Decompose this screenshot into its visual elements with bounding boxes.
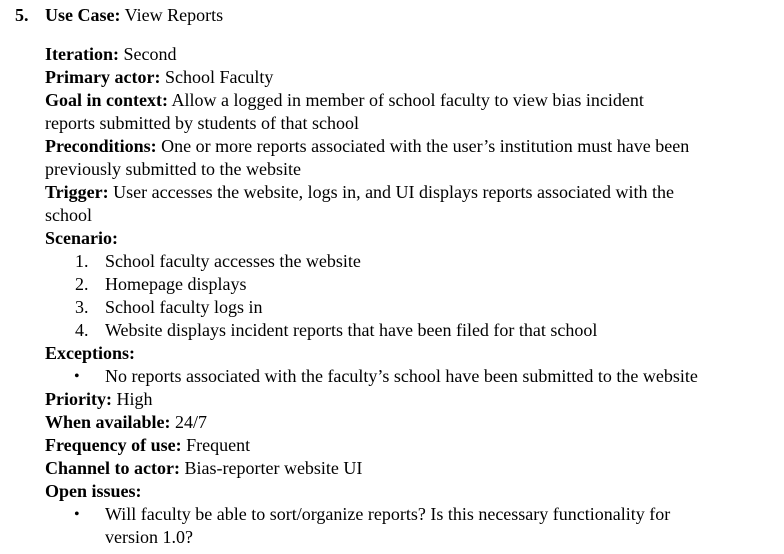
list-item-text: No reports associated with the faculty’s… — [105, 366, 698, 386]
open-issues-label: Open issues: — [45, 481, 142, 501]
primary-actor-row: Primary actor: School Faculty — [45, 66, 780, 89]
when-available-label: When available: — [45, 412, 171, 432]
document-page: 5. Use Case: View Reports Iteration: Seco… — [0, 0, 784, 554]
trigger-row: Trigger: User accesses the website, logs… — [45, 181, 780, 227]
list-item-text: Homepage displays — [105, 274, 247, 294]
scenario-row: Scenario: — [45, 227, 780, 250]
preconditions-text-1: One or more reports associated with the … — [161, 136, 690, 156]
goal-text-2: reports submitted by students of that sc… — [45, 113, 359, 133]
priority-value: High — [116, 389, 153, 409]
open-issue-text-2: version 1.0? — [105, 527, 193, 547]
exceptions-label: Exceptions: — [45, 343, 135, 363]
frequency-label: Frequency of use: — [45, 435, 182, 455]
use-case-body: Iteration: Second Primary actor: School … — [45, 43, 780, 549]
goal-text-1: Allow a logged in member of school facul… — [171, 90, 644, 110]
when-available-value: 24/7 — [175, 412, 208, 432]
list-item: 2. Homepage displays — [45, 273, 780, 296]
primary-actor-label: Primary actor: — [45, 67, 161, 87]
use-case-heading: 5. Use Case: View Reports — [15, 4, 223, 27]
list-marker: 3. — [75, 297, 89, 317]
list-item: • No reports associated with the faculty’… — [45, 365, 780, 388]
list-marker: 2. — [75, 274, 89, 294]
heading-value: View Reports — [124, 5, 224, 25]
scenario-label: Scenario: — [45, 228, 118, 248]
list-item-text: School faculty logs in — [105, 297, 263, 317]
goal-row: Goal in context: Allow a logged in membe… — [45, 89, 780, 135]
channel-row: Channel to actor: Bias-reporter website … — [45, 457, 780, 480]
channel-label: Channel to actor: — [45, 458, 180, 478]
list-item: 4. Website displays incident reports that… — [45, 319, 780, 342]
list-item: 3. School faculty logs in — [45, 296, 780, 319]
preconditions-row: Preconditions: One or more reports assoc… — [45, 135, 780, 181]
list-item: 1. School faculty accesses the website — [45, 250, 780, 273]
iteration-value: Second — [123, 44, 177, 64]
list-item-text: Website displays incident reports that h… — [105, 320, 598, 340]
list-marker: 4. — [75, 320, 89, 340]
scenario-list: 1. School faculty accesses the website 2.… — [45, 250, 780, 342]
goal-label: Goal in context: — [45, 90, 168, 110]
exceptions-row: Exceptions: — [45, 342, 780, 365]
trigger-label: Trigger: — [45, 182, 109, 202]
list-item-text: School faculty accesses the website — [105, 251, 361, 271]
exceptions-list: • No reports associated with the faculty’… — [45, 365, 780, 388]
open-issues-list: • Will faculty be able to sort/organize … — [45, 503, 780, 549]
heading-label: Use Case: — [45, 5, 121, 25]
frequency-value: Frequent — [186, 435, 251, 455]
bullet-icon: • — [74, 506, 80, 523]
bullet-icon: • — [74, 368, 80, 385]
frequency-row: Frequency of use: Frequent — [45, 434, 780, 457]
trigger-line-1: Trigger: User accesses the website, logs… — [45, 181, 780, 204]
open-issue-text-1: Will faculty be able to sort/organize re… — [105, 504, 671, 524]
preconditions-line-1: Preconditions: One or more reports assoc… — [45, 135, 780, 158]
priority-row: Priority: High — [45, 388, 780, 411]
when-available-row: When available: 24/7 — [45, 411, 780, 434]
list-marker: 1. — [75, 251, 89, 271]
primary-actor-value: School Faculty — [164, 67, 274, 87]
channel-value: Bias-reporter website UI — [184, 458, 363, 478]
iteration-row: Iteration: Second — [45, 43, 780, 66]
open-issues-row: Open issues: — [45, 480, 780, 503]
goal-line-1: Goal in context: Allow a logged in membe… — [45, 89, 780, 112]
trigger-text-2: school — [45, 205, 92, 225]
heading-number: 5. — [15, 5, 29, 25]
iteration-label: Iteration: — [45, 44, 119, 64]
preconditions-label: Preconditions: — [45, 136, 157, 156]
trigger-text-1: User accesses the website, logs in, and … — [113, 182, 674, 202]
preconditions-text-2: previously submitted to the website — [45, 159, 301, 179]
priority-label: Priority: — [45, 389, 112, 409]
list-item: • Will faculty be able to sort/organize … — [45, 503, 780, 549]
